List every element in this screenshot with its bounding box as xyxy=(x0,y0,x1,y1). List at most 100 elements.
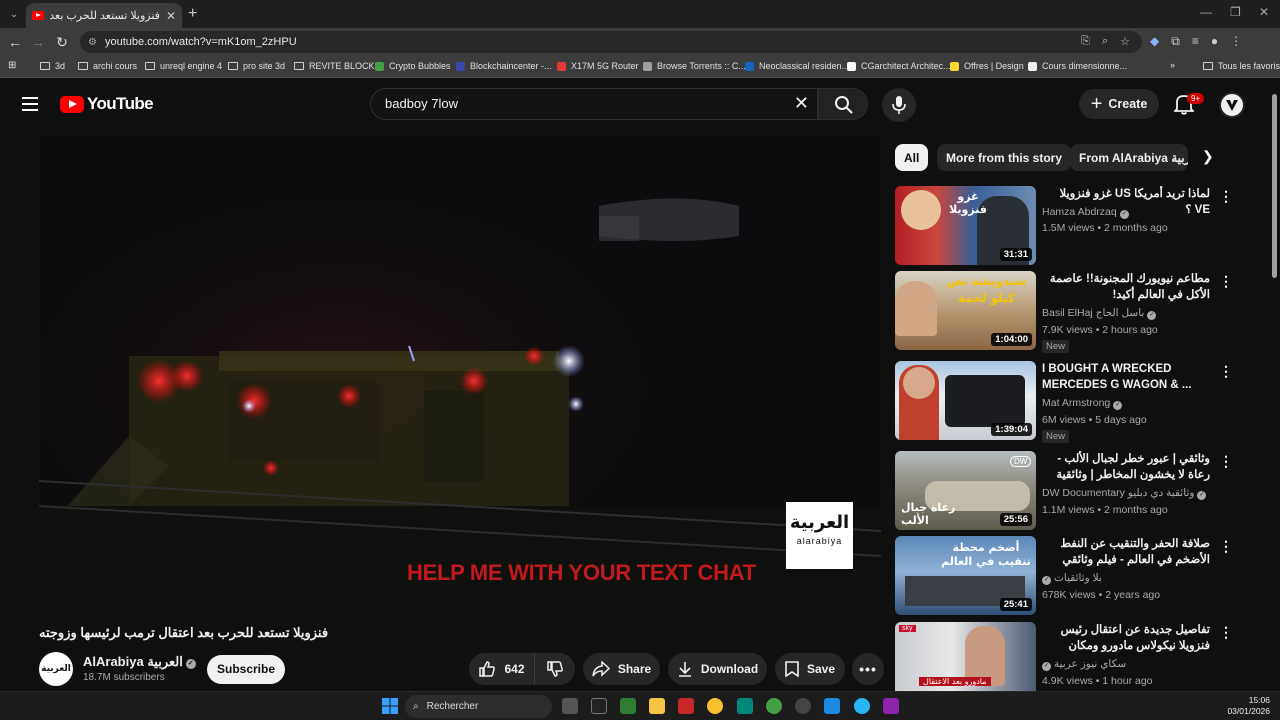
channel-name[interactable]: ✓ سكاي نيوز عربية xyxy=(1042,658,1126,671)
minimize-icon[interactable]: — xyxy=(1200,5,1212,19)
chrome-icon[interactable] xyxy=(707,698,723,714)
account-avatar[interactable] xyxy=(1219,92,1245,118)
file-explorer-icon[interactable] xyxy=(649,698,665,714)
app-icon[interactable] xyxy=(795,698,811,714)
all-bookmarks[interactable]: Tous les favoris xyxy=(1203,61,1280,71)
extension-icon[interactable]: ◆ xyxy=(1150,34,1159,49)
bookmark-item[interactable]: Browse Torrents :: C... xyxy=(643,61,746,71)
video-title[interactable]: مطاعم نيويورك المجنونة!! عاصمة الأكل في … xyxy=(1042,271,1210,303)
search-input[interactable]: badboy 7low xyxy=(385,96,458,111)
video-title[interactable]: I BOUGHT A WRECKED MERCEDES G WAGON & ..… xyxy=(1042,361,1210,393)
store-icon[interactable] xyxy=(620,698,636,714)
channel-name-row[interactable]: AlArabiya العربية ✓ xyxy=(83,654,196,670)
site-info-icon[interactable]: ⚙ xyxy=(88,37,97,48)
winrar-icon[interactable] xyxy=(883,698,899,714)
bookmark-item[interactable]: Crypto Bubbles xyxy=(375,61,451,71)
channel-avatar[interactable]: العربية xyxy=(39,652,73,686)
dislike-button[interactable] xyxy=(535,653,575,685)
reload-icon[interactable]: ↻ xyxy=(54,34,70,51)
video-thumbnail[interactable]: DW رعاة جبال الألب 25:56 xyxy=(895,451,1036,530)
windows-start-icon[interactable] xyxy=(382,698,398,714)
reading-list-icon[interactable]: ≡ xyxy=(1192,34,1199,49)
list-item[interactable]: sky مادورو بعد الاعتقال تفاصيل جديدة عن … xyxy=(895,622,1235,691)
more-actions-button[interactable]: ••• xyxy=(852,653,884,685)
apps-grid-icon[interactable]: ⊞ xyxy=(8,60,16,71)
browser-menu-icon[interactable]: ⋮ xyxy=(1230,34,1242,49)
search-button[interactable] xyxy=(818,88,868,120)
bookmark-item[interactable]: Blockchaincenter -... xyxy=(456,61,552,71)
share-button[interactable]: Share xyxy=(583,653,660,685)
create-button[interactable]: + Create xyxy=(1079,89,1159,119)
more-vertical-icon[interactable]: ⋮ xyxy=(1219,624,1233,641)
bookmark-item[interactable]: 3d xyxy=(40,61,65,71)
bookmark-item[interactable]: unreql engine 4 xyxy=(145,61,222,71)
system-clock[interactable]: 15:06 03/01/2026 xyxy=(1226,695,1270,717)
video-title[interactable]: صلافة الحفر والتنقيب عن النفط الأضخم في … xyxy=(1042,536,1210,568)
new-tab-icon[interactable]: + xyxy=(188,5,197,23)
video-thumbnail[interactable]: 1:39:04 xyxy=(895,361,1036,440)
list-item[interactable]: DW رعاة جبال الألب 25:56 وثائقي | عبور خ… xyxy=(895,451,1235,533)
bookmark-item[interactable]: pro site 3d xyxy=(228,61,285,71)
more-vertical-icon[interactable]: ⋮ xyxy=(1219,273,1233,290)
more-vertical-icon[interactable]: ⋮ xyxy=(1219,363,1233,380)
bookmark-item[interactable]: X17M 5G Router xyxy=(557,61,639,71)
subscribe-button[interactable]: Subscribe xyxy=(207,655,285,684)
search-box[interactable]: badboy 7low ✕ xyxy=(370,88,818,120)
more-vertical-icon[interactable]: ⋮ xyxy=(1219,538,1233,555)
maximize-icon[interactable]: ❐ xyxy=(1230,5,1241,19)
video-thumbnail[interactable]: غزو فنزويلا 31:31 xyxy=(895,186,1036,265)
close-window-icon[interactable]: ✕ xyxy=(1259,5,1269,19)
profile-icon[interactable]: ● xyxy=(1211,34,1218,49)
back-icon[interactable]: ← xyxy=(7,34,23,50)
bookmark-item[interactable]: Offres | Design xyxy=(950,61,1024,71)
list-item[interactable]: 1:39:04 I BOUGHT A WRECKED MERCEDES G WA… xyxy=(895,361,1235,447)
bookmark-item[interactable]: Neoclassical residen... xyxy=(745,61,849,71)
more-bookmarks-icon[interactable]: » xyxy=(1170,60,1175,70)
active-app-icon[interactable] xyxy=(854,698,870,714)
bookmark-item[interactable]: CGarchitect Architec... xyxy=(847,61,951,71)
install-app-icon[interactable]: ⎘ xyxy=(1081,35,1090,48)
browser-tab[interactable]: فنزويلا تستعد للحرب بعد (64) ✕ xyxy=(26,3,182,28)
forward-icon[interactable]: → xyxy=(30,34,46,50)
bookmark-item[interactable]: Cours dimensionne... xyxy=(1028,61,1127,71)
like-button[interactable]: 642 xyxy=(469,653,535,685)
download-button[interactable]: Download xyxy=(668,653,767,685)
app-icon[interactable] xyxy=(737,698,753,714)
channel-name[interactable]: Mat Armstrong ✓ xyxy=(1042,397,1123,410)
video-title[interactable]: تفاصيل جديدة عن اعتقال رئيس فنزويلا نيكو… xyxy=(1042,622,1210,654)
more-vertical-icon[interactable]: ⋮ xyxy=(1219,453,1233,470)
task-view-icon[interactable] xyxy=(562,698,578,714)
chip-more-from-story[interactable]: More from this story xyxy=(937,144,1072,171)
menu-icon[interactable] xyxy=(22,97,38,115)
tab-search-icon[interactable]: ⌄ xyxy=(6,6,22,22)
voice-search-button[interactable] xyxy=(882,88,916,122)
channel-name[interactable]: DW Documentary وثائقية دي دبليو ✓ xyxy=(1042,487,1207,500)
autocad-icon[interactable] xyxy=(678,698,694,714)
zoom-icon[interactable]: ⌕ xyxy=(1102,35,1108,48)
extensions-puzzle-icon[interactable]: ⧉ xyxy=(1171,34,1180,49)
app-icon[interactable] xyxy=(824,698,840,714)
video-title[interactable]: وثائقي | عبور خطر لجبال الألب - رعاة لا … xyxy=(1042,451,1210,483)
video-thumbnail[interactable]: sky مادورو بعد الاعتقال xyxy=(895,622,1036,691)
bookmark-item[interactable]: archi cours xyxy=(78,61,137,71)
video-thumbnail[interactable]: أضخم محطة تنقيب في العالم 25:41 xyxy=(895,536,1036,615)
youtube-logo[interactable]: YouTube xyxy=(60,94,154,114)
bookmark-star-icon[interactable]: ☆ xyxy=(1120,35,1130,48)
tradingview-icon[interactable] xyxy=(591,698,607,714)
list-item[interactable]: أضخم محطة تنقيب في العالم 25:41 صلافة ال… xyxy=(895,536,1235,618)
bookmark-item[interactable]: REVITE BLOCKS xyxy=(294,61,381,71)
video-player[interactable]: HELP ME WITH YOUR TEXT CHAT العربية alar… xyxy=(39,136,881,612)
save-button[interactable]: Save xyxy=(775,653,845,685)
url-field[interactable]: ⚙ youtube.com/watch?v=mK1om_2zHPU ⎘ ⌕ ☆ xyxy=(80,31,1142,53)
taskbar-search[interactable]: ⌕ Rechercher xyxy=(405,695,552,718)
scrollbar-thumb[interactable] xyxy=(1272,94,1277,278)
clear-search-icon[interactable]: ✕ xyxy=(794,93,809,114)
chip-all[interactable]: All xyxy=(895,144,929,171)
channel-name[interactable]: ✓ بلا وثائقيات xyxy=(1042,572,1102,585)
chevron-right-icon[interactable]: ❯ xyxy=(1202,148,1214,165)
channel-name[interactable]: AlArabiya العربية xyxy=(83,654,183,669)
list-item[interactable]: سندويشة نص كيلو لحمة 1:04:00 مطاعم نيويو… xyxy=(895,271,1235,357)
more-vertical-icon[interactable]: ⋮ xyxy=(1219,188,1233,205)
video-thumbnail[interactable]: سندويشة نص كيلو لحمة 1:04:00 xyxy=(895,271,1036,350)
channel-name[interactable]: Hamza Abdrzaq ✓ xyxy=(1042,206,1129,219)
